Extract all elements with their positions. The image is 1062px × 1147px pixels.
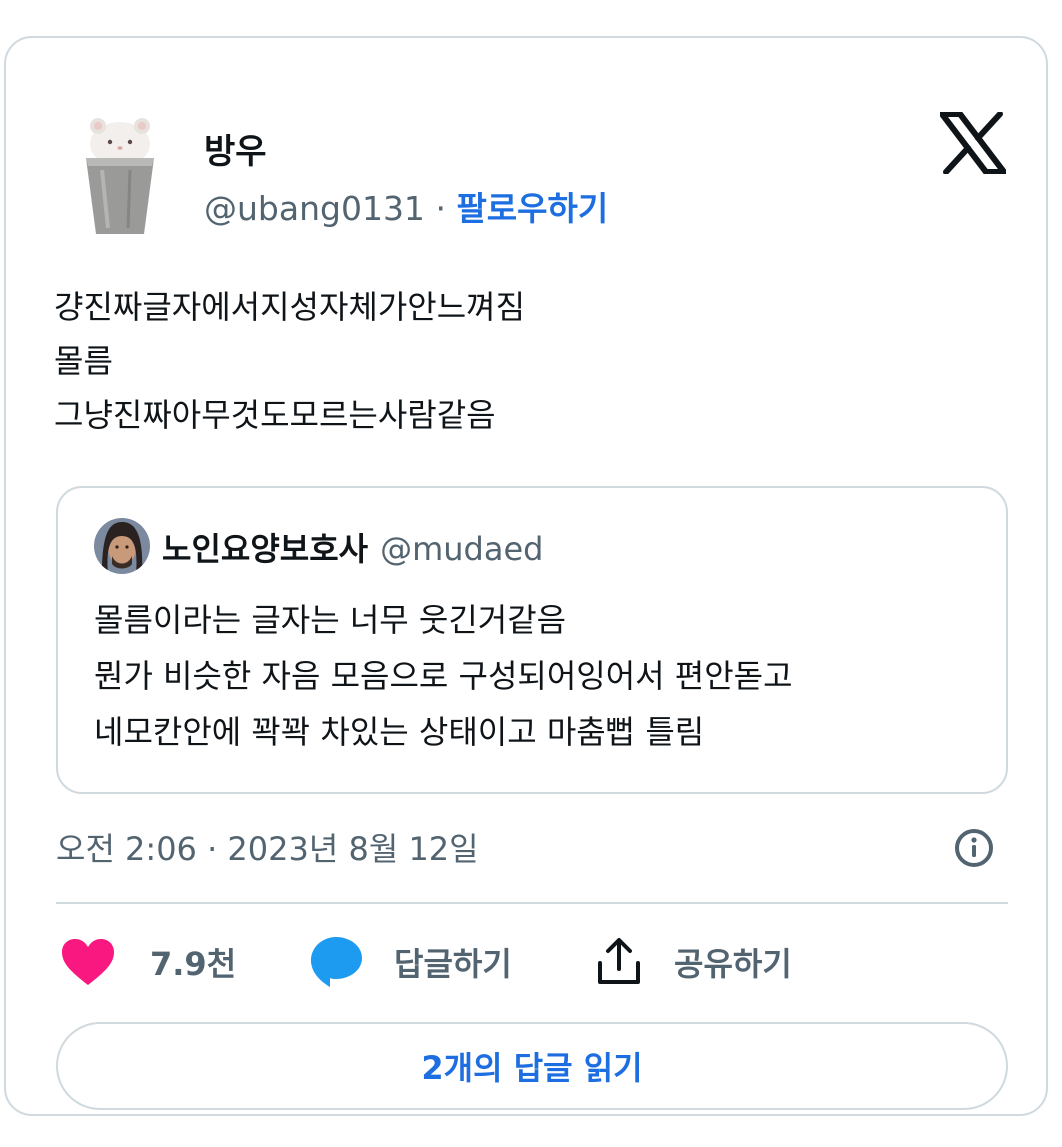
author-name[interactable]: 방우 <box>204 124 267 173</box>
share-button[interactable]: 공유하기 <box>594 930 792 994</box>
quoted-line: 네모칸안에 꽉꽉 차있는 상태이고 마춤뻡 틀림 <box>94 713 705 751</box>
quoted-line: 뭔가 비슷한 자음 모음으로 구성되어잉어서 편안돋고 <box>94 657 793 695</box>
reply-label: 답글하기 <box>394 945 512 983</box>
tweet-line: 걍진짜글자에서지성자체가안느껴짐 <box>54 288 526 326</box>
heart-icon <box>62 939 114 985</box>
author-avatar[interactable] <box>78 110 162 238</box>
divider <box>56 902 1008 904</box>
x-logo-icon[interactable] <box>939 111 1007 175</box>
quoted-author-handle[interactable]: @mudaed <box>380 530 543 568</box>
like-button[interactable]: 7.9천 <box>60 930 236 994</box>
quoted-author-row: 노인요양보호사 @mudaed <box>162 524 543 570</box>
separator-dot: · <box>435 189 446 228</box>
tweet-embed-card: 방우 @ubang0131 · 팔로우하기 걍진짜글자에서지성자체가안느껴짐 몰… <box>4 36 1048 1116</box>
action-bar: 7.9천 답글하기 공유하기 <box>56 930 1008 994</box>
tweet-line: 그냥진짜아무것도모르는사람같음 <box>54 396 496 434</box>
author-handle[interactable]: @ubang0131 <box>204 189 425 228</box>
share-label: 공유하기 <box>674 945 792 983</box>
quoted-tweet[interactable]: 노인요양보호사 @mudaed 몰름이라는 글자는 너무 웃긴거같음 뭔가 비슷한… <box>56 486 1008 794</box>
speech-bubble-icon <box>310 937 362 987</box>
like-count: 7.9천 <box>150 945 237 983</box>
reply-button[interactable]: 답글하기 <box>308 930 512 994</box>
quoted-line: 몰름이라는 글자는 너무 웃긴거같음 <box>94 601 567 639</box>
follow-button[interactable]: 팔로우하기 <box>456 189 608 228</box>
share-upload-icon <box>598 938 640 984</box>
author-handle-row: @ubang0131 · 팔로우하기 <box>204 182 608 230</box>
tweet-line: 몰름 <box>54 342 113 380</box>
read-replies-button[interactable]: 2개의 답글 읽기 <box>56 1022 1008 1110</box>
quoted-tweet-text: 몰름이라는 글자는 너무 웃긴거같음 뭔가 비슷한 자음 모음으로 구성되어잉어… <box>94 592 793 760</box>
tweet-text: 걍진짜글자에서지성자체가안느껴짐 몰름 그냥진짜아무것도모르는사람같음 <box>54 280 525 442</box>
info-icon[interactable] <box>952 826 996 870</box>
quoted-author-name[interactable]: 노인요양보호사 <box>162 530 368 568</box>
quoted-author-avatar[interactable] <box>94 518 150 574</box>
tweet-timestamp[interactable]: 오전 2:06 · 2023년 8월 12일 <box>56 824 479 870</box>
